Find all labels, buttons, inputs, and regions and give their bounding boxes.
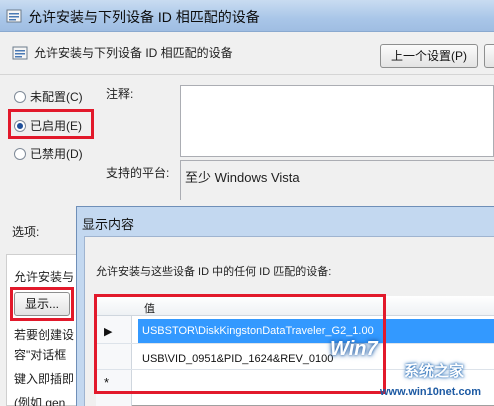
divider <box>0 74 494 75</box>
radio-not-configured[interactable]: 未配置(C) <box>14 89 83 105</box>
highlight-box-show <box>10 287 74 321</box>
radio-disabled[interactable]: 已禁用(D) <box>14 146 83 162</box>
options-line: 允许安装与 <box>14 270 75 284</box>
options-line: 容"对话框 <box>14 348 67 362</box>
window-titlebar[interactable]: 允许安装与下列设备 ID 相匹配的设备 <box>0 0 494 32</box>
policy-setting-icon <box>12 46 28 60</box>
next-setting-button[interactable] <box>484 44 494 68</box>
platform-value: 至少 Windows Vista <box>185 170 300 185</box>
radio-label: 未配置(C) <box>30 90 83 104</box>
dialog-description: 允许安装与这些设备 ID 中的任何 ID 匹配的设备: <box>96 266 332 278</box>
options-label: 选项: <box>12 225 40 239</box>
dialog-title: 显示内容 <box>82 217 135 232</box>
previous-setting-button[interactable]: 上一个设置(P) <box>380 44 478 68</box>
options-line: 键入即插即 <box>14 372 75 386</box>
radio-label: 已禁用(D) <box>30 147 83 161</box>
options-line: 若要创建设 <box>14 328 75 342</box>
options-line: (例如 gen <box>14 396 66 406</box>
radio-circle[interactable] <box>14 91 26 103</box>
highlight-box-enabled <box>8 109 94 139</box>
platform-label: 支持的平台: <box>106 166 170 180</box>
window-title: 允许安装与下列设备 ID 相匹配的设备 <box>28 9 260 25</box>
comment-textbox[interactable] <box>180 85 494 157</box>
watermark-url: www.win10net.com <box>380 386 482 398</box>
watermark-brand: 系统之家 <box>404 363 465 380</box>
comment-label: 注释: <box>106 87 134 101</box>
setting-name: 允许安装与下列设备 ID 相匹配的设备 <box>34 46 233 60</box>
watermark-logo: Win7 <box>330 338 378 360</box>
policy-setting-icon <box>6 9 22 23</box>
radio-circle[interactable] <box>14 148 26 160</box>
